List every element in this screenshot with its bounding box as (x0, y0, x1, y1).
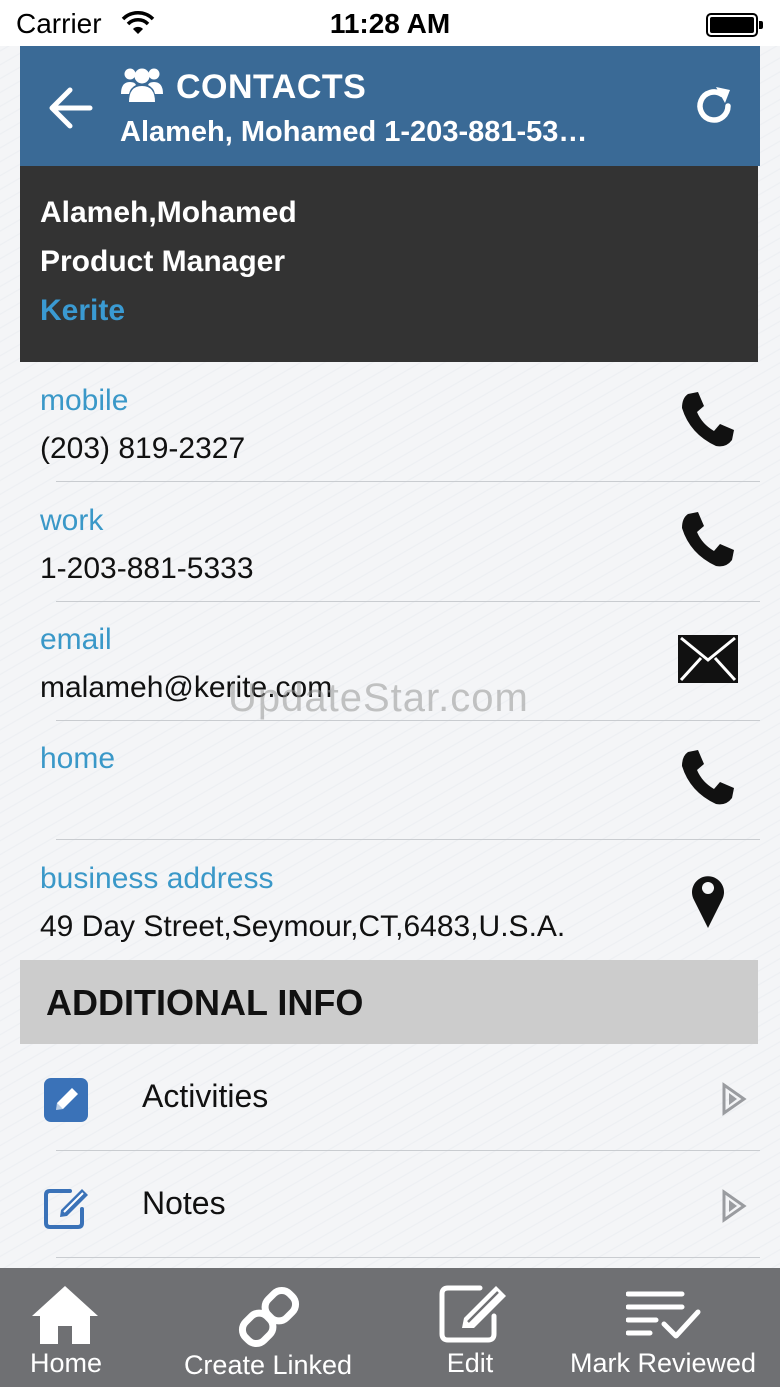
detail-row-mobile[interactable]: mobile (203) 819-2327 (20, 362, 760, 482)
app-header: CONTACTS Alameh, Mohamed 1-203-881-5333 (20, 46, 760, 166)
nav-row-label: Notes (142, 1185, 226, 1221)
phone-icon (682, 750, 734, 805)
call-home-button[interactable] (676, 746, 740, 810)
users-icon (120, 64, 164, 104)
status-bar: Carrier 11:28 AM (0, 0, 780, 46)
edit-icon (439, 1285, 506, 1343)
home-button[interactable]: Home (14, 1268, 118, 1387)
section-title: ADDITIONAL INFO (46, 982, 364, 1023)
contact-name: Alameh,Mohamed (40, 196, 297, 229)
bottom-toolbar: Home Create Linked Edit Mark Reviewed (0, 1268, 780, 1387)
detail-value: 1-203-881-5333 (40, 552, 254, 585)
pencil-square-icon (42, 1076, 90, 1124)
arrow-left-icon (49, 87, 93, 129)
checklist-icon (626, 1291, 701, 1339)
contact-company-link[interactable]: Kerite (40, 294, 125, 328)
mail-icon (678, 635, 738, 683)
detail-row-home[interactable]: home (20, 720, 760, 840)
chevron-right-icon (720, 1189, 748, 1223)
send-email-button[interactable] (676, 627, 740, 691)
detail-value: (203) 819-2327 (40, 432, 246, 465)
call-mobile-button[interactable] (676, 388, 740, 452)
toolbar-label: Create Linked (183, 1350, 353, 1380)
detail-value: 49 Day Street,Seymour,CT,6483,U.S.A. (40, 910, 566, 943)
toolbar-label: Home (29, 1348, 103, 1378)
nav-row-label: Activities (142, 1078, 269, 1114)
back-button[interactable] (48, 86, 94, 130)
page-title: CONTACTS (176, 68, 367, 106)
detail-label: mobile (40, 384, 129, 417)
toolbar-label: Mark Reviewed (569, 1348, 757, 1378)
detail-label: business address (40, 862, 274, 895)
nav-row-activities[interactable]: Activities (20, 1044, 760, 1151)
mark-reviewed-button[interactable]: Mark Reviewed (566, 1268, 760, 1387)
detail-label: email (40, 623, 112, 656)
page-subtitle: Alameh, Mohamed 1-203-881-5333 (120, 116, 590, 148)
detail-label: home (40, 742, 116, 775)
detail-row-business-address[interactable]: business address 49 Day Street,Seymour,C… (20, 840, 760, 960)
chevron-right-icon (720, 1082, 748, 1116)
refresh-icon (697, 87, 731, 123)
status-time: 11:28 AM (329, 8, 451, 39)
refresh-button[interactable] (692, 84, 736, 128)
edit-icon (42, 1183, 90, 1231)
divider (56, 1257, 760, 1258)
call-work-button[interactable] (676, 508, 740, 572)
additional-info-header: ADDITIONAL INFO (20, 960, 758, 1044)
watermark: UpdateStar.com (228, 676, 529, 720)
phone-icon (682, 512, 734, 567)
contact-card: Alameh,Mohamed Product Manager Kerite (20, 166, 758, 362)
contact-job-title: Product Manager (40, 245, 286, 278)
home-icon (32, 1286, 98, 1344)
battery-icon (706, 13, 764, 37)
nav-row-notes[interactable]: Notes (20, 1151, 760, 1258)
create-linked-button[interactable]: Create Linked (178, 1268, 358, 1387)
phone-icon (682, 392, 734, 447)
open-map-button[interactable] (676, 866, 740, 930)
detail-row-work[interactable]: work 1-203-881-5333 (20, 482, 760, 602)
detail-label: work (40, 504, 104, 537)
link-icon (238, 1286, 300, 1348)
map-pin-icon (692, 876, 724, 928)
toolbar-label: Edit (446, 1348, 494, 1378)
edit-button[interactable]: Edit (420, 1268, 520, 1387)
